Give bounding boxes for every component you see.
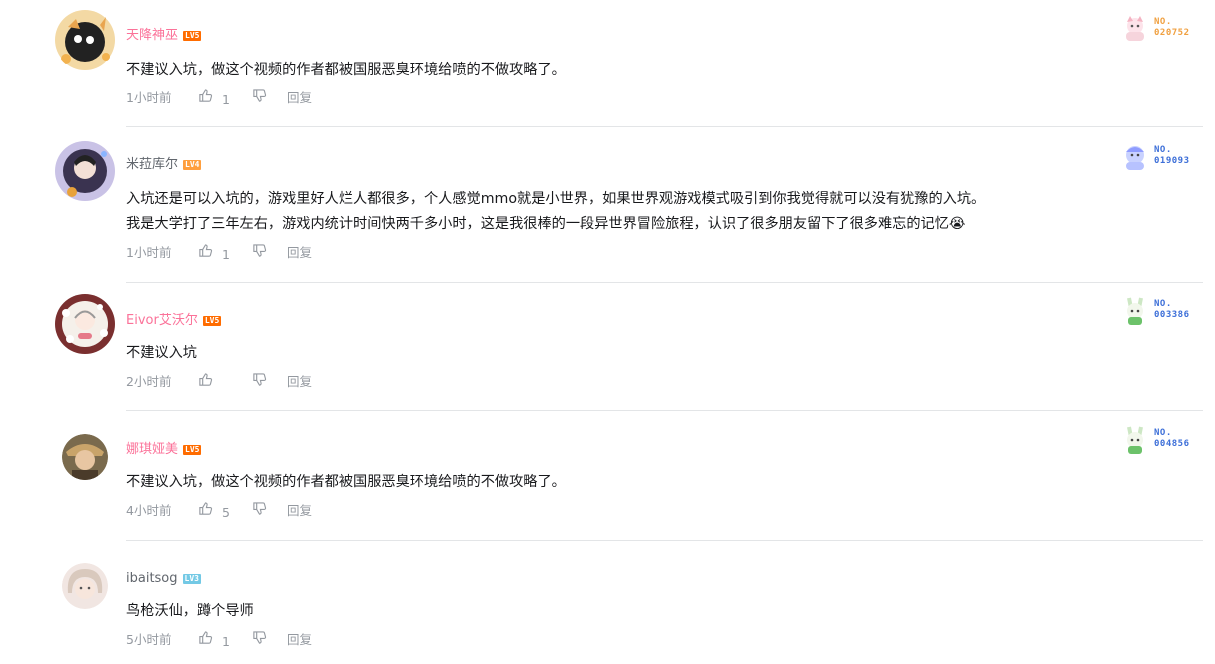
avatar-character-image	[55, 141, 115, 201]
like-button[interactable]	[198, 372, 236, 392]
reply-button[interactable]: 回复	[287, 244, 312, 262]
level-badge: LV5	[202, 316, 222, 326]
thumbs-down-icon	[253, 373, 267, 386]
like-button[interactable]: 5	[198, 501, 236, 522]
like-count: 1	[221, 91, 230, 107]
like-count: 1	[221, 246, 230, 262]
divider	[126, 126, 1203, 127]
avatar-character-image	[62, 434, 108, 480]
reply-button[interactable]: 回复	[287, 502, 312, 520]
avatar-character-image	[62, 563, 108, 609]
divider	[126, 282, 1203, 283]
like-button[interactable]: 1	[198, 243, 236, 264]
thumbs-down-icon	[253, 631, 267, 644]
comment-time: 1小时前	[126, 90, 172, 106]
user-avatar[interactable]	[54, 140, 116, 202]
fan-number-value: 004856	[1154, 439, 1190, 449]
username[interactable]: Eivor艾沃尔 LV5	[126, 312, 222, 330]
reply-button[interactable]: 回复	[287, 631, 312, 649]
fan-badge-figure-icon	[1127, 297, 1143, 325]
comment-time: 4小时前	[126, 503, 172, 519]
user-avatar[interactable]	[62, 434, 108, 480]
username[interactable]: 米菈库尔 LV4	[126, 156, 202, 174]
fan-number-label: NO.	[1154, 17, 1172, 27]
thumbs-up-icon	[199, 631, 213, 644]
like-count: 1	[221, 633, 230, 649]
username-text[interactable]: 米菈库尔	[126, 157, 178, 172]
reply-button[interactable]: 回复	[287, 373, 312, 391]
comment-time: 2小时前	[126, 374, 172, 389]
username-text[interactable]: 娜琪娅美	[126, 442, 178, 457]
level-badge: LV4	[183, 160, 202, 170]
fan-number-label: NO.	[1154, 145, 1172, 155]
fan-badge-figure-icon	[1127, 426, 1143, 454]
reply-button[interactable]: 回复	[287, 89, 312, 107]
dislike-button[interactable]	[252, 630, 267, 650]
username-text[interactable]: ibaitsog	[126, 571, 178, 586]
thumbs-down-icon	[253, 89, 267, 102]
fan-number: NO. 020752	[1154, 17, 1190, 39]
thumbs-up-icon	[199, 373, 213, 386]
level-badge: LV5	[183, 445, 202, 455]
fan-number-value: 019093	[1154, 156, 1190, 166]
level-badge: LV5	[183, 31, 202, 41]
thumbs-up-icon	[199, 502, 213, 515]
dislike-button[interactable]	[252, 372, 267, 392]
username-text[interactable]: 天降神巫	[126, 28, 178, 43]
fan-number: NO. 019093	[1154, 145, 1190, 167]
thumbs-up-icon	[199, 89, 213, 102]
fan-badge: NO. 020752	[1120, 14, 1200, 46]
comment-text: 鸟枪沃仙，蹲个导师	[126, 603, 254, 619]
username[interactable]: 娜琪娅美 LV5	[126, 441, 202, 459]
username[interactable]: ibaitsog LV3	[126, 570, 201, 588]
thumbs-up-icon	[199, 244, 213, 257]
fan-number: NO. 003386	[1154, 299, 1190, 321]
comment-text-line-2: 我是大学打了三年左右，游戏内统计时间快两千多小时，这是我很棒的一段异世界冒险旅程…	[126, 216, 966, 232]
avatar-character-image	[55, 294, 115, 354]
like-button[interactable]: 1	[198, 88, 236, 109]
comment-meta: 1小时前 1 回复	[126, 88, 312, 109]
fan-badge: NO. 003386	[1120, 296, 1200, 328]
avatar-cat-image	[55, 10, 115, 70]
thumbs-down-icon	[253, 244, 267, 257]
user-avatar[interactable]	[62, 563, 108, 609]
fan-number-value: 020752	[1154, 28, 1190, 38]
username[interactable]: 天降神巫 LV5	[126, 27, 202, 45]
dislike-button[interactable]	[252, 243, 267, 263]
comment-meta: 4小时前 5 回复	[126, 501, 312, 522]
comment-time: 1小时前	[126, 245, 172, 261]
fan-badge: NO. 004856	[1120, 425, 1200, 457]
comment-meta: 5小时前 1 回复	[126, 630, 312, 651]
fan-badge-figure-icon	[1126, 16, 1144, 41]
username-text[interactable]: Eivor艾沃尔	[126, 313, 198, 328]
fan-number: NO. 004856	[1154, 428, 1190, 450]
dislike-button[interactable]	[252, 501, 267, 521]
comment-text-line-1: 入坑还是可以入坑的，游戏里好人烂人都很多，个人感觉mmo就是小世界，如果世界观游…	[126, 191, 986, 207]
level-badge: LV3	[182, 574, 201, 584]
fan-number-label: NO.	[1154, 428, 1172, 438]
comment-meta: 2小时前 回复	[126, 372, 312, 390]
divider	[126, 410, 1203, 411]
user-avatar[interactable]	[54, 293, 116, 355]
thumbs-down-icon	[253, 502, 267, 515]
fan-number-label: NO.	[1154, 299, 1172, 309]
comment-meta: 1小时前 1 回复	[126, 243, 312, 264]
comment-text: 不建议入坑	[126, 345, 197, 361]
comment-time: 5小时前	[126, 632, 172, 648]
fan-number-value: 003386	[1154, 310, 1190, 320]
like-count: 5	[221, 504, 230, 520]
fan-badge-figure-icon	[1126, 146, 1144, 170]
comment-text: 不建议入坑，做这个视频的作者都被国服恶臭环境给喷的不做攻略了。	[126, 62, 566, 78]
fan-badge: NO. 019093	[1120, 142, 1200, 174]
like-button[interactable]: 1	[198, 630, 236, 651]
user-avatar[interactable]	[54, 9, 116, 71]
divider	[126, 540, 1203, 541]
comment-text: 不建议入坑，做这个视频的作者都被国服恶臭环境给喷的不做攻略了。	[126, 474, 566, 490]
dislike-button[interactable]	[252, 88, 267, 108]
